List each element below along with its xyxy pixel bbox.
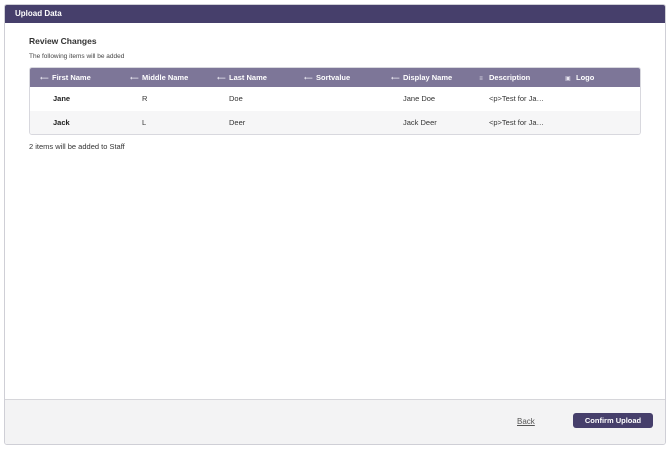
review-changes-heading: Review Changes (29, 36, 97, 46)
column-header-sortvalue[interactable]: ⟵ Sortvalue (304, 68, 350, 87)
dialog-title: Upload Data (5, 5, 665, 23)
back-link[interactable]: Back (517, 417, 535, 426)
table-header: ⟵ First Name ⟵ Middle Name ⟵ Last Name ⟵ Sor… (30, 68, 640, 87)
upload-data-dialog: Upload Data Review Changes The following… (4, 4, 666, 445)
dialog-footer: Back Confirm Upload (5, 399, 665, 444)
cell-description: <p>Test for Ja… (489, 118, 545, 127)
column-header-last-name[interactable]: ⟵ Last Name (217, 68, 267, 87)
cell-display-name: Jack Deer (403, 118, 437, 127)
confirm-upload-button[interactable]: Confirm Upload (573, 413, 653, 428)
column-header-display-name[interactable]: ⟵ Display Name (391, 68, 452, 87)
column-header-logo[interactable]: ▣ Logo (564, 68, 594, 87)
cell-last-name: Deer (229, 118, 246, 127)
table-row[interactable]: Jane R Doe Jane Doe <p>Test for Ja… (30, 87, 640, 111)
column-header-middle-name[interactable]: ⟵ Middle Name (130, 68, 188, 87)
column-header-description[interactable]: ≡ Description (477, 68, 530, 87)
cell-middle-name: L (142, 118, 147, 127)
cell-last-name: Doe (229, 94, 243, 103)
review-changes-subtitle: The following items will be added (29, 53, 125, 60)
cell-middle-name: R (142, 94, 148, 103)
items-summary: 2 items will be added to Staff (29, 142, 125, 151)
cell-description: <p>Test for Ja… (489, 94, 545, 103)
cell-display-name: Jane Doe (403, 94, 436, 103)
column-header-first-name[interactable]: ⟵ First Name (40, 68, 91, 87)
table-row[interactable]: Jack L Deer Jack Deer <p>Test for Ja… (30, 111, 640, 134)
cell-first-name: Jane (53, 94, 71, 103)
cell-first-name: Jack (53, 118, 70, 127)
review-table: ⟵ First Name ⟵ Middle Name ⟵ Last Name ⟵ Sor… (29, 67, 641, 135)
